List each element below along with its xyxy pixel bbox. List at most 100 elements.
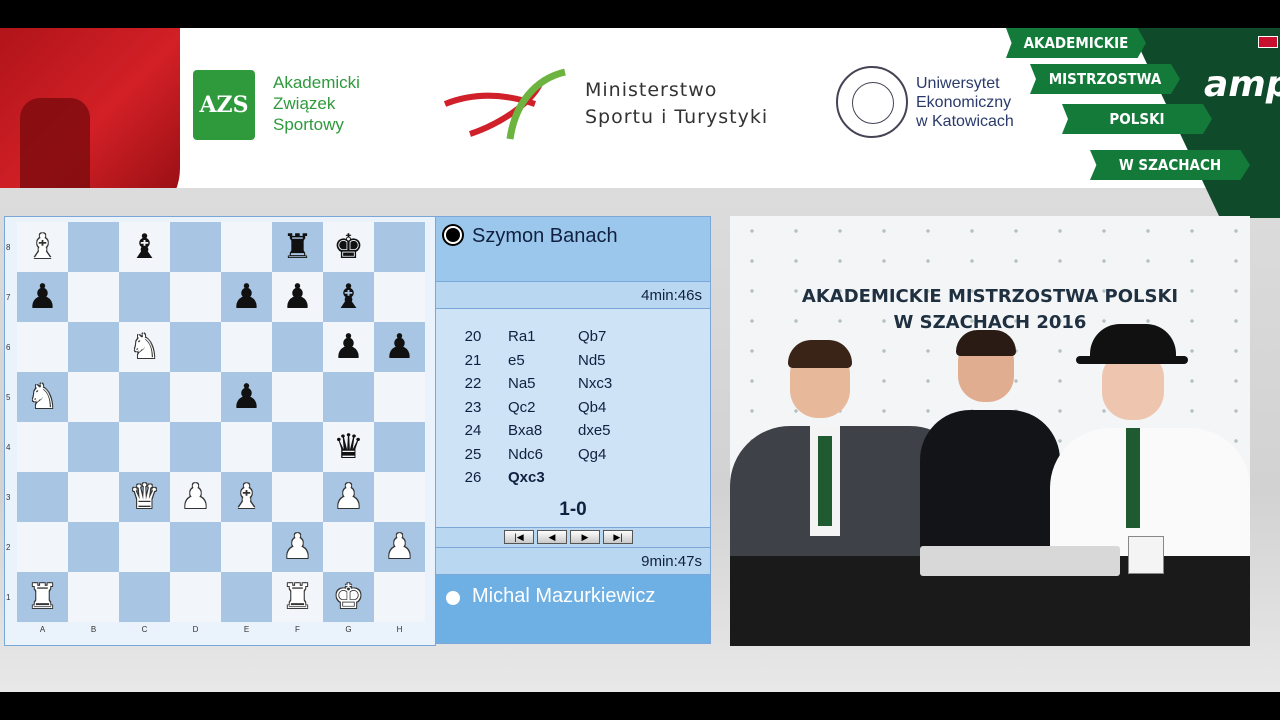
white-pawn-icon[interactable]: ♟ (180, 480, 210, 514)
square-b3[interactable] (68, 472, 119, 522)
next-move-button[interactable]: ▶ (570, 530, 600, 544)
square-f1[interactable]: ♜ (272, 572, 323, 622)
square-h2[interactable]: ♟ (374, 522, 425, 572)
square-e6[interactable] (221, 322, 272, 372)
black-bishop-icon[interactable]: ♝ (129, 230, 159, 264)
white-move[interactable]: Ra1 (488, 328, 576, 345)
white-bishop-icon[interactable]: ♝ (27, 230, 57, 264)
square-c1[interactable] (119, 572, 170, 622)
square-d1[interactable] (170, 572, 221, 622)
white-move[interactable]: Qc2 (488, 399, 576, 416)
square-h4[interactable] (374, 422, 425, 472)
last-move-button[interactable]: ▶| (603, 530, 633, 544)
square-g2[interactable] (323, 522, 374, 572)
square-f7[interactable]: ♟ (272, 272, 323, 322)
white-move[interactable]: Na5 (488, 375, 576, 392)
black-queen-icon[interactable]: ♛ (333, 430, 363, 464)
square-h6[interactable]: ♟ (374, 322, 425, 372)
white-pawn-icon[interactable]: ♟ (333, 480, 363, 514)
black-pawn-icon[interactable]: ♟ (231, 280, 261, 314)
square-d4[interactable] (170, 422, 221, 472)
square-g7[interactable]: ♝ (323, 272, 374, 322)
square-a1[interactable]: ♜ (17, 572, 68, 622)
square-h8[interactable] (374, 222, 425, 272)
square-g1[interactable]: ♚ (323, 572, 374, 622)
square-f3[interactable] (272, 472, 323, 522)
square-g4[interactable]: ♛ (323, 422, 374, 472)
square-b6[interactable] (68, 322, 119, 372)
square-b4[interactable] (68, 422, 119, 472)
white-queen-icon[interactable]: ♛ (129, 480, 159, 514)
square-a8[interactable]: ♝ (17, 222, 68, 272)
square-c7[interactable] (119, 272, 170, 322)
move-row[interactable]: 21 e5 Nd5 (458, 349, 698, 373)
square-b8[interactable] (68, 222, 119, 272)
move-row[interactable]: 22 Na5 Nxc3 (458, 372, 698, 396)
square-e8[interactable] (221, 222, 272, 272)
move-row[interactable]: 24 Bxa8 dxe5 (458, 419, 698, 443)
square-e2[interactable] (221, 522, 272, 572)
white-king-icon[interactable]: ♚ (333, 580, 363, 614)
white-pawn-icon[interactable]: ♟ (384, 530, 414, 564)
black-move[interactable]: Nd5 (576, 352, 658, 369)
square-a2[interactable] (17, 522, 68, 572)
white-move[interactable]: Qxc3 (488, 469, 576, 486)
move-row[interactable]: 23 Qc2 Qb4 (458, 396, 698, 420)
black-pawn-icon[interactable]: ♟ (231, 380, 261, 414)
square-d3[interactable]: ♟ (170, 472, 221, 522)
square-h5[interactable] (374, 372, 425, 422)
square-a5[interactable]: ♞ (17, 372, 68, 422)
square-g3[interactable]: ♟ (323, 472, 374, 522)
square-d7[interactable] (170, 272, 221, 322)
black-move[interactable]: Qb7 (576, 328, 658, 345)
first-move-button[interactable]: |◀ (504, 530, 534, 544)
square-g6[interactable]: ♟ (323, 322, 374, 372)
black-king-icon[interactable]: ♚ (333, 230, 363, 264)
white-rook-icon[interactable]: ♜ (27, 580, 57, 614)
square-c2[interactable] (119, 522, 170, 572)
square-f4[interactable] (272, 422, 323, 472)
white-bishop-icon[interactable]: ♝ (231, 480, 261, 514)
square-b7[interactable] (68, 272, 119, 322)
black-pawn-icon[interactable]: ♟ (27, 280, 57, 314)
square-b1[interactable] (68, 572, 119, 622)
square-d5[interactable] (170, 372, 221, 422)
black-move[interactable]: Qg4 (576, 446, 658, 463)
square-f2[interactable]: ♟ (272, 522, 323, 572)
chess-board[interactable]: ♝ ♝ ♜ ♚ ♟ ♟ ♟ ♝ ♞ ♟ ♟ ♞ ♟ ♛ ♛ ♟ ♝ ♟ ♟ ♟ ♜ ♜ ♚ (17, 222, 425, 622)
move-row[interactable]: 26 Qxc3 (458, 466, 698, 490)
square-c6[interactable]: ♞ (119, 322, 170, 372)
square-f5[interactable] (272, 372, 323, 422)
square-c5[interactable] (119, 372, 170, 422)
square-b2[interactable] (68, 522, 119, 572)
square-a7[interactable]: ♟ (17, 272, 68, 322)
square-e5[interactable]: ♟ (221, 372, 272, 422)
square-g8[interactable]: ♚ (323, 222, 374, 272)
move-row[interactable]: 25 Ndc6 Qg4 (458, 443, 698, 467)
white-knight-icon[interactable]: ♞ (27, 380, 57, 414)
black-pawn-icon[interactable]: ♟ (282, 280, 312, 314)
previous-move-button[interactable]: ◀ (537, 530, 567, 544)
white-pawn-icon[interactable]: ♟ (282, 530, 312, 564)
square-d6[interactable] (170, 322, 221, 372)
white-knight-icon[interactable]: ♞ (129, 330, 159, 364)
white-rook-icon[interactable]: ♜ (282, 580, 312, 614)
square-a6[interactable] (17, 322, 68, 372)
black-pawn-icon[interactable]: ♟ (384, 330, 414, 364)
square-e4[interactable] (221, 422, 272, 472)
white-move[interactable]: Bxa8 (488, 422, 576, 439)
square-c8[interactable]: ♝ (119, 222, 170, 272)
square-d8[interactable] (170, 222, 221, 272)
white-move[interactable]: e5 (488, 352, 576, 369)
move-row[interactable]: 20 Ra1 Qb7 (458, 325, 698, 349)
black-move[interactable]: Qb4 (576, 399, 658, 416)
square-c3[interactable]: ♛ (119, 472, 170, 522)
square-e7[interactable]: ♟ (221, 272, 272, 322)
black-move[interactable]: Nxc3 (576, 375, 658, 392)
square-h1[interactable] (374, 572, 425, 622)
square-g5[interactable] (323, 372, 374, 422)
black-pawn-icon[interactable]: ♟ (333, 330, 363, 364)
square-a3[interactable] (17, 472, 68, 522)
square-d2[interactable] (170, 522, 221, 572)
square-h7[interactable] (374, 272, 425, 322)
